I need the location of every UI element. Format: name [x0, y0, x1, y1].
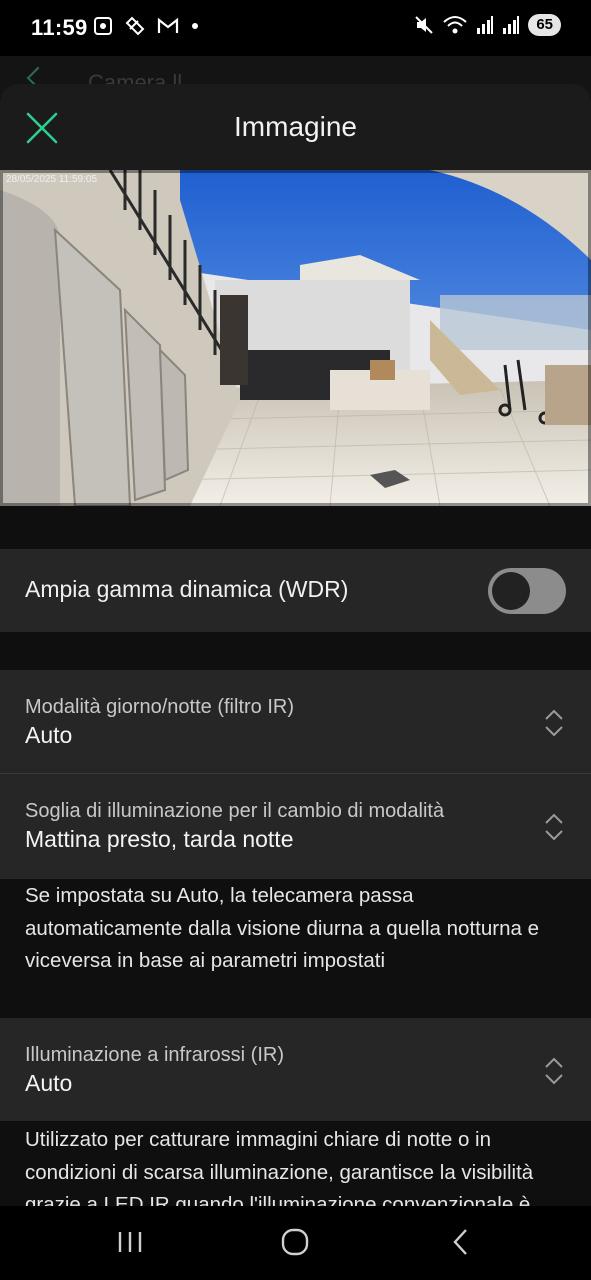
- status-time: 11:59: [31, 15, 88, 40]
- camera-preview-image: 28/05/2025 11:59:05: [0, 170, 591, 506]
- infrared-value: Auto: [25, 1070, 73, 1096]
- camera-scene: [0, 170, 591, 506]
- app-icon: [125, 16, 145, 36]
- notification-icons: [92, 15, 200, 37]
- chevron-up-down-icon: [545, 709, 563, 737]
- day-night-mode-select[interactable]: Modalità giorno/notte (filtro IR) Auto: [0, 670, 591, 773]
- status-bar: 11:59 65: [0, 0, 591, 56]
- sheet-title: Immagine: [234, 111, 357, 142]
- signal-icon: [477, 16, 494, 34]
- light-threshold-select[interactable]: Soglia di illuminazione per il cambio di…: [0, 774, 591, 879]
- chevron-up-down-icon: [545, 1057, 563, 1085]
- toggle-knob: [492, 572, 530, 610]
- light-threshold-value: Mattina presto, tarda notte: [25, 826, 294, 852]
- image-settings-sheet: Immagine 28/05/2025 11:59:05 Ampia gamma…: [0, 84, 591, 1206]
- chevron-up-down-icon: [545, 813, 563, 841]
- sheet-header: Immagine: [0, 84, 591, 170]
- preview-timestamp: 28/05/2025 11:59:05: [6, 174, 98, 185]
- day-night-mode-value: Auto: [25, 722, 73, 748]
- dot-icon: [192, 23, 198, 29]
- recent-apps-icon[interactable]: [116, 1224, 144, 1260]
- infrared-select[interactable]: Illuminazione a infrarossi (IR) Auto: [0, 1018, 591, 1121]
- navigation-bar: [0, 1206, 591, 1280]
- light-threshold-description: Se impostata su Auto, la telecamera pass…: [25, 884, 539, 972]
- day-night-mode-label: Modalità giorno/notte (filtro IR): [25, 696, 295, 718]
- infrared-label: Illuminazione a infrarossi (IR): [25, 1044, 284, 1066]
- light-threshold-label: Soglia di illuminazione per il cambio di…: [25, 800, 445, 822]
- signal-icon-2: [503, 16, 520, 34]
- back-icon[interactable]: [450, 1224, 472, 1260]
- infrared-description: Utilizzato per catturare immagini chiare…: [25, 1128, 534, 1206]
- screenshot-icon: [94, 17, 112, 35]
- home-icon[interactable]: [280, 1224, 310, 1260]
- wdr-toggle[interactable]: [488, 568, 566, 614]
- wdr-label: Ampia gamma dinamica (WDR): [25, 576, 349, 602]
- wdr-setting-row[interactable]: Ampia gamma dinamica (WDR): [0, 549, 591, 632]
- system-icons: 65: [414, 14, 561, 36]
- wifi-icon: [443, 16, 467, 34]
- gmail-icon: [157, 17, 179, 33]
- battery-indicator: 65: [528, 14, 561, 36]
- mute-icon: [415, 16, 434, 34]
